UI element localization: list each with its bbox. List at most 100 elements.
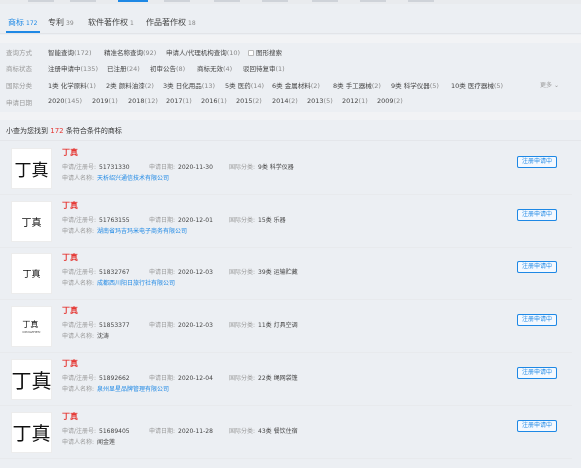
more-classes-toggle[interactable]: 更多 ⌄ [540,80,559,89]
tab-work-copyright[interactable]: 作品著作权 18 [146,17,196,28]
trademark-name[interactable]: 丁真 [62,252,78,263]
intl-class: 国际分类: 22类 绳网袋篷 [229,375,298,382]
reg-number: 申请/注册号: 51763155 [62,217,130,224]
applicant: 申请人名称: 闻金莲 [62,439,116,446]
result-tabs: 商标 172 专利 39 软件著作权 1 作品著作权 18 [0,8,581,34]
top-nav-strip [0,0,581,4]
result-summary: 小查为您找到 172 条符合条件的商标 [6,127,122,135]
trademark-row[interactable]: 丁真 丁真 申请/注册号: 51689405 申请日期: 2020-11-28 国际分类: 4… [0,408,572,459]
filter-option[interactable]: 初审公告(8) [150,63,185,73]
top-nav-item[interactable] [164,0,190,2]
applicant: 申请人名称: 成都西川阳日旅行社有限公司 [62,280,176,287]
trademark-name[interactable]: 丁真 [62,411,78,422]
apply-date: 申请日期: 2020-12-03 [149,269,213,276]
trademark-logo[interactable]: 丁真 [11,253,52,294]
trademark-name[interactable]: 丁真 [62,200,78,211]
applicant-name[interactable]: 成都西川阳日旅行社有限公司 [97,280,175,287]
filter-option[interactable]: 2014(2) [272,97,298,105]
trademark-name[interactable]: 丁真 [62,147,78,158]
filter-label: 申请日期 [6,99,32,107]
trademark-logo[interactable]: 丁真 [11,359,52,400]
filter-option[interactable]: 2016(1) [201,97,227,105]
reg-number: 申请/注册号: 51892662 [62,375,130,382]
applicant-name[interactable]: 天析绍兴通信技术有限公司 [97,175,169,182]
filter-option[interactable]: 3类 日化用品(13) [163,80,215,90]
applicant: 申请人名称: 沈涛 [62,333,110,340]
tab-count: 1 [130,20,134,27]
applicant: 申请人名称: 湖南省玛吉玛米电子商务有限公司 [62,228,188,235]
tab-patent[interactable]: 专利 39 [48,17,74,28]
filter-option[interactable]: 精准名称查询(92) [104,47,156,57]
tab-trademark[interactable]: 商标 172 [8,17,37,28]
checkbox-icon[interactable] [248,50,254,56]
filter-option[interactable]: 商标无效(4) [197,63,232,73]
trademark-name[interactable]: 丁真 [62,358,78,369]
applicant: 申请人名称: 泉州显星品牌管理有限公司 [62,386,170,393]
active-tab-indicator [6,31,40,33]
filter-option[interactable]: 2020(145) [48,97,82,105]
filter-option[interactable]: 2017(1) [166,97,192,105]
chevron-down-icon: ⌄ [553,82,559,89]
filter-option[interactable]: 9类 科学仪器(5) [391,80,439,90]
tab-count: 18 [188,20,196,27]
tab-count: 172 [26,20,38,27]
filter-option[interactable]: 2013(5) [307,97,333,105]
tab-count: 39 [66,20,74,27]
image-search-checkbox[interactable]: 图形搜索 [248,47,282,57]
top-nav-item[interactable] [28,0,54,2]
filter-class: 国际分类 1类 化学原料(1) 2类 颜料油漆(2) 3类 日化用品(13) 5… [0,78,581,91]
apply-date: 申请日期: 2020-12-04 [149,375,213,382]
summary-divider [0,140,581,141]
filter-option[interactable]: 2012(1) [342,97,368,105]
reg-number: 申请/注册号: 51853377 [62,322,130,329]
trademark-logo[interactable]: 丁真 [11,201,52,242]
filter-option[interactable]: 驳回待复审(1) [243,63,285,73]
filter-option[interactable]: 已注册(24) [107,63,140,73]
top-nav-item-active[interactable] [118,0,148,2]
filter-query-mode: 查询方式 智能查询(172) 精准名称查询(92) 申请人/代理机构查询(10)… [0,45,581,58]
filter-option[interactable]: 1类 化学原料(1) [48,80,96,90]
tab-software-copyright[interactable]: 软件著作权 1 [88,17,134,28]
apply-date: 申请日期: 2020-11-28 [149,428,213,435]
filter-option[interactable]: 2009(2) [377,97,403,105]
status-badge: 注册申请中 [517,420,557,432]
trademark-row[interactable]: 丁真 丁真 申请/注册号: 51832767 申请日期: 2020-12-03 国际分类: 3… [0,249,572,300]
trademark-row[interactable]: 丁真 丁真 申请/注册号: 51763155 申请日期: 2020-12-01 国际分类: 1… [0,197,572,248]
trademark-logo[interactable]: 丁真 DINGZHEN [11,306,52,347]
apply-date: 申请日期: 2020-12-03 [149,322,213,329]
filter-option[interactable]: 2015(2) [236,97,262,105]
filter-option[interactable]: 10类 医疗器械(5) [451,80,503,90]
filter-option[interactable]: 智能查询(172) [48,47,91,57]
intl-class: 国际分类: 39类 运输贮藏 [229,269,298,276]
filter-label: 查询方式 [6,49,32,57]
top-nav-item[interactable] [214,0,240,2]
top-nav-item[interactable] [312,0,338,2]
filter-option[interactable]: 2019(1) [92,97,118,105]
filter-label: 国际分类 [6,82,32,90]
top-nav-item[interactable] [360,0,386,2]
trademark-row[interactable]: 丁真 丁真 申请/注册号: 51892662 申请日期: 2020-12-04 国际分类: 2… [0,355,572,406]
applicant-name[interactable]: 泉州显星品牌管理有限公司 [97,386,169,393]
filter-option[interactable]: 8类 手工器械(2) [333,80,381,90]
filter-option[interactable]: 申请人/代理机构查询(10) [166,47,240,57]
top-nav-item[interactable] [70,0,96,2]
reg-number: 申请/注册号: 51689405 [62,428,130,435]
status-badge: 注册申请中 [517,314,557,326]
filter-option[interactable]: 2类 颜料油漆(2) [106,80,154,90]
trademark-name[interactable]: 丁真 [62,305,78,316]
trademark-row[interactable]: 丁真 丁真 申请/注册号: 51731330 申请日期: 2020-11-30 国际分类: 9… [0,144,572,195]
filter-option[interactable]: 6类 金属材料(2) [272,80,320,90]
top-nav-item[interactable] [262,0,288,2]
reg-number: 申请/注册号: 51731330 [62,164,130,171]
trademark-logo[interactable]: 丁真 [11,148,52,189]
applicant-name[interactable]: 湖南省玛吉玛米电子商务有限公司 [97,228,187,235]
intl-class: 国际分类: 43类 餐饮住宿 [229,428,298,435]
intl-class: 国际分类: 9类 科学仪器 [229,164,294,171]
trademark-logo[interactable]: 丁真 [11,412,52,453]
tab-label: 软件著作权 [88,18,128,27]
filter-option[interactable]: 2018(12) [128,97,158,105]
top-nav-item[interactable] [408,0,434,2]
filter-option[interactable]: 注册申请中(135) [48,63,98,73]
filter-option[interactable]: 5类 医药(14) [225,80,264,90]
trademark-row[interactable]: 丁真 DINGZHEN 丁真申请/注册号: 51853377 申请日期: 2020-12-… [0,302,572,353]
